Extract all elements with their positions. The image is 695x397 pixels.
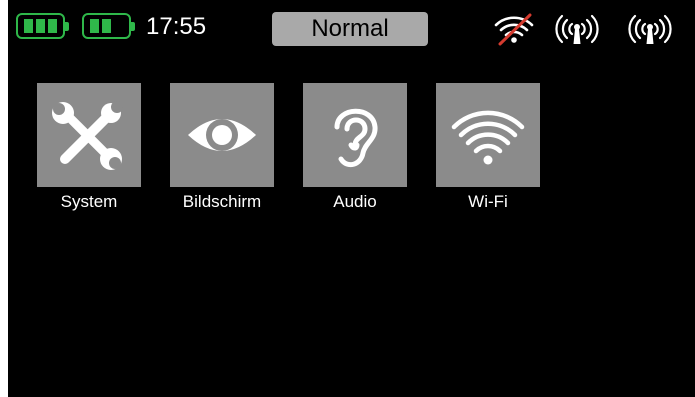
wifi-icon — [451, 110, 525, 165]
battery-icon — [82, 13, 135, 39]
wifi-label: Wi-Fi — [468, 192, 508, 211]
mode-indicator[interactable]: Normal — [272, 12, 428, 46]
system-button[interactable] — [37, 83, 141, 187]
ear-icon — [334, 108, 378, 168]
wifi-disabled-icon — [494, 13, 534, 46]
status-bar: 17:55 Normal — [8, 0, 695, 58]
battery-icon — [16, 13, 69, 39]
device-screen: 17:55 Normal System Bildschirm Audio Wi-… — [8, 0, 695, 397]
tools-icon — [52, 101, 123, 170]
audio-button[interactable] — [303, 83, 407, 187]
screen-button[interactable] — [170, 83, 274, 187]
eye-icon — [188, 119, 256, 151]
clock: 17:55 — [146, 13, 207, 40]
antenna-signal-icon — [628, 14, 672, 44]
audio-label: Audio — [333, 192, 377, 211]
wifi-button[interactable] — [436, 83, 540, 187]
screen-label: Bildschirm — [182, 192, 262, 211]
system-label: System — [60, 192, 118, 211]
antenna-signal-icon — [555, 14, 599, 44]
